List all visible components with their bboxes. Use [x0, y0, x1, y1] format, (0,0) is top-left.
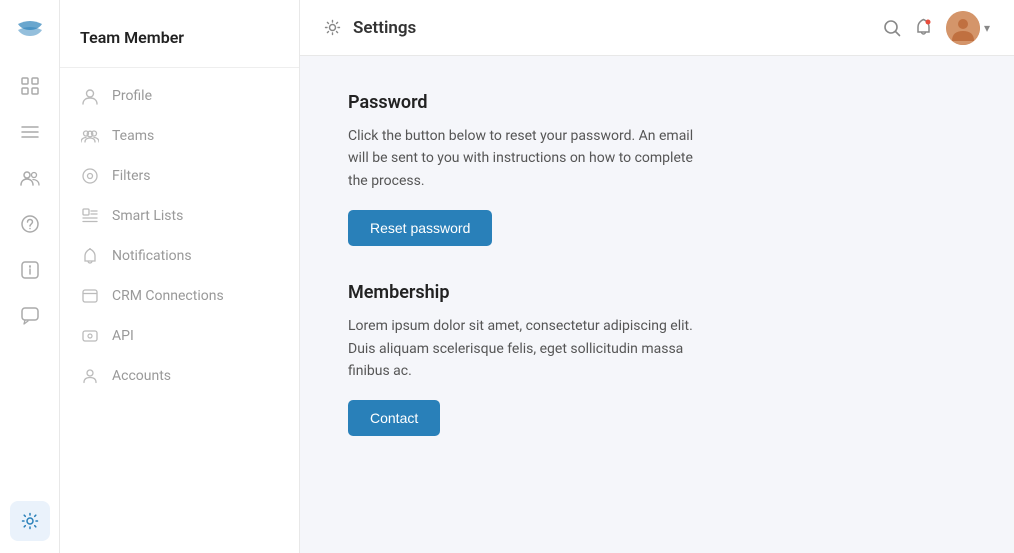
topbar: Settings — [300, 0, 1014, 56]
search-button[interactable] — [883, 19, 901, 37]
rail-info-icon[interactable] — [10, 250, 50, 290]
rail-chat-icon[interactable] — [10, 296, 50, 336]
sidebar-item-notifications[interactable]: Notifications — [60, 236, 299, 276]
main-content: Password Click the button below to reset… — [300, 56, 1014, 553]
sidebar-divider — [60, 67, 299, 68]
sidebar-label-profile: Profile — [112, 88, 152, 104]
sidebar-item-filters[interactable]: Filters — [60, 156, 299, 196]
sidebar-label-api: API — [112, 328, 134, 344]
avatar-chevron-icon: ▾ — [984, 21, 990, 35]
membership-section: Membership Lorem ipsum dolor sit amet, c… — [348, 282, 966, 436]
sidebar-label-notifications: Notifications — [112, 248, 192, 264]
reset-password-button[interactable]: Reset password — [348, 210, 492, 246]
avatar — [946, 11, 980, 45]
password-section-description: Click the button below to reset your pas… — [348, 125, 708, 192]
sidebar-label-teams: Teams — [112, 128, 154, 144]
rail-list-icon[interactable] — [10, 112, 50, 152]
sidebar: Team Member Profile Teams — [60, 0, 300, 553]
sidebar-item-crm-connections[interactable]: CRM Connections — [60, 276, 299, 316]
page-title: Settings — [353, 18, 875, 38]
icon-rail — [0, 0, 60, 553]
password-section: Password Click the button below to reset… — [348, 92, 966, 246]
user-avatar-button[interactable]: ▾ — [946, 11, 990, 45]
sidebar-item-smart-lists[interactable]: Smart Lists — [60, 196, 299, 236]
person-icon — [80, 86, 100, 106]
app-logo — [14, 16, 46, 44]
crm-icon — [80, 286, 100, 306]
topbar-actions: ▾ — [883, 11, 990, 45]
sidebar-item-accounts[interactable]: Accounts — [60, 356, 299, 396]
settings-gear-icon — [324, 19, 341, 36]
rail-help-icon[interactable] — [10, 204, 50, 244]
smart-lists-icon — [80, 206, 100, 226]
rail-people-icon[interactable] — [10, 158, 50, 198]
sidebar-title: Team Member — [60, 16, 299, 67]
contact-button[interactable]: Contact — [348, 400, 440, 436]
sidebar-label-accounts: Accounts — [112, 368, 171, 384]
api-icon — [80, 326, 100, 346]
rail-settings-icon[interactable] — [10, 501, 50, 541]
rail-grid-icon[interactable] — [10, 66, 50, 106]
membership-section-description: Lorem ipsum dolor sit amet, consectetur … — [348, 315, 708, 382]
accounts-icon — [80, 366, 100, 386]
main-area: Settings — [300, 0, 1014, 553]
sidebar-label-filters: Filters — [112, 168, 151, 184]
filters-icon — [80, 166, 100, 186]
notifications-bell-button[interactable] — [915, 18, 932, 37]
teams-icon — [80, 126, 100, 146]
membership-section-title: Membership — [348, 282, 966, 303]
sidebar-item-profile[interactable]: Profile — [60, 76, 299, 116]
sidebar-label-smart-lists: Smart Lists — [112, 208, 183, 224]
sidebar-label-crm: CRM Connections — [112, 288, 224, 304]
sidebar-item-api[interactable]: API — [60, 316, 299, 356]
sidebar-item-teams[interactable]: Teams — [60, 116, 299, 156]
notifications-icon — [80, 246, 100, 266]
password-section-title: Password — [348, 92, 966, 113]
